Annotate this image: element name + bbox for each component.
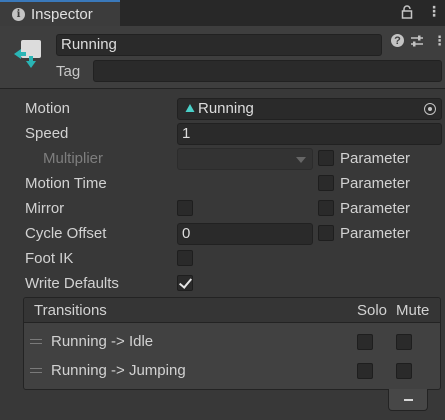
lock-icon[interactable] — [401, 5, 413, 23]
motion-time-label: Motion Time — [25, 175, 107, 192]
tab-inspector[interactable]: i Inspector — [0, 0, 120, 26]
mirror-parameter-checkbox[interactable] — [318, 200, 334, 216]
blend-tree-triangle-icon — [185, 99, 195, 119]
transition-solo-checkbox[interactable] — [357, 363, 373, 379]
transition-label: Running -> Idle — [51, 333, 154, 350]
kebab-menu-icon[interactable]: ⋮ — [427, 3, 441, 20]
header-menu-icon[interactable]: ⋮ — [433, 33, 445, 49]
write-defaults-label: Write Defaults — [25, 275, 119, 292]
help-icon[interactable]: ? — [391, 34, 404, 47]
mute-column-header: Mute — [396, 302, 430, 319]
mirror-parameter-label: Parameter — [340, 200, 411, 217]
transition-mute-checkbox[interactable] — [396, 363, 412, 379]
cycle-offset-label: Cycle Offset — [25, 225, 107, 242]
header-divider — [0, 88, 445, 89]
object-picker-icon[interactable] — [424, 103, 436, 115]
write-defaults-checkbox[interactable] — [177, 275, 193, 291]
chevron-down-icon — [296, 157, 306, 163]
speed-field[interactable]: 1 — [177, 123, 442, 145]
motion-object-field[interactable]: Running — [177, 98, 442, 120]
transition-row[interactable]: Running -> Idle — [24, 328, 440, 356]
transitions-list: Transitions Solo Mute Running -> Idle Ru… — [23, 297, 441, 390]
drag-handle-icon[interactable] — [30, 339, 42, 344]
tab-bar: i Inspector ⋮ — [0, 0, 445, 26]
animator-state-icon — [12, 38, 44, 74]
solo-column-header: Solo — [357, 302, 388, 319]
multiplier-parameter-checkbox[interactable] — [318, 150, 334, 166]
info-icon: i — [12, 7, 25, 21]
transitions-header: Transitions Solo Mute — [24, 298, 440, 323]
foot-ik-checkbox[interactable] — [177, 250, 193, 266]
tag-label: Tag — [56, 63, 81, 80]
motion-label: Motion — [25, 100, 71, 117]
cycle-offset-parameter-label: Parameter — [340, 225, 411, 242]
remove-transition-button[interactable] — [388, 389, 428, 411]
motion-time-parameter-label: Parameter — [340, 175, 411, 192]
multiplier-dropdown[interactable] — [177, 148, 313, 170]
multiplier-parameter-label: Parameter — [340, 150, 411, 167]
cycle-offset-field[interactable]: 0 — [177, 223, 313, 245]
foot-ik-label: Foot IK — [25, 250, 74, 267]
mirror-label: Mirror — [25, 200, 65, 217]
transitions-title: Transitions — [34, 302, 107, 319]
mirror-checkbox[interactable] — [177, 200, 193, 216]
transition-mute-checkbox[interactable] — [396, 334, 412, 350]
drag-handle-icon[interactable] — [30, 368, 42, 373]
motion-time-parameter-checkbox[interactable] — [318, 175, 334, 191]
motion-value: Running — [198, 100, 254, 117]
tab-title: Inspector — [31, 5, 93, 23]
transition-row[interactable]: Running -> Jumping — [24, 357, 440, 385]
tag-field[interactable] — [93, 60, 442, 82]
speed-label: Speed — [25, 125, 69, 142]
cycle-offset-parameter-checkbox[interactable] — [318, 225, 334, 241]
transition-solo-checkbox[interactable] — [357, 334, 373, 350]
preset-sliders-icon[interactable] — [410, 34, 424, 52]
multiplier-label: Multiplier — [43, 150, 104, 167]
state-name-field[interactable]: Running — [56, 34, 382, 56]
transition-label: Running -> Jumping — [51, 362, 186, 379]
